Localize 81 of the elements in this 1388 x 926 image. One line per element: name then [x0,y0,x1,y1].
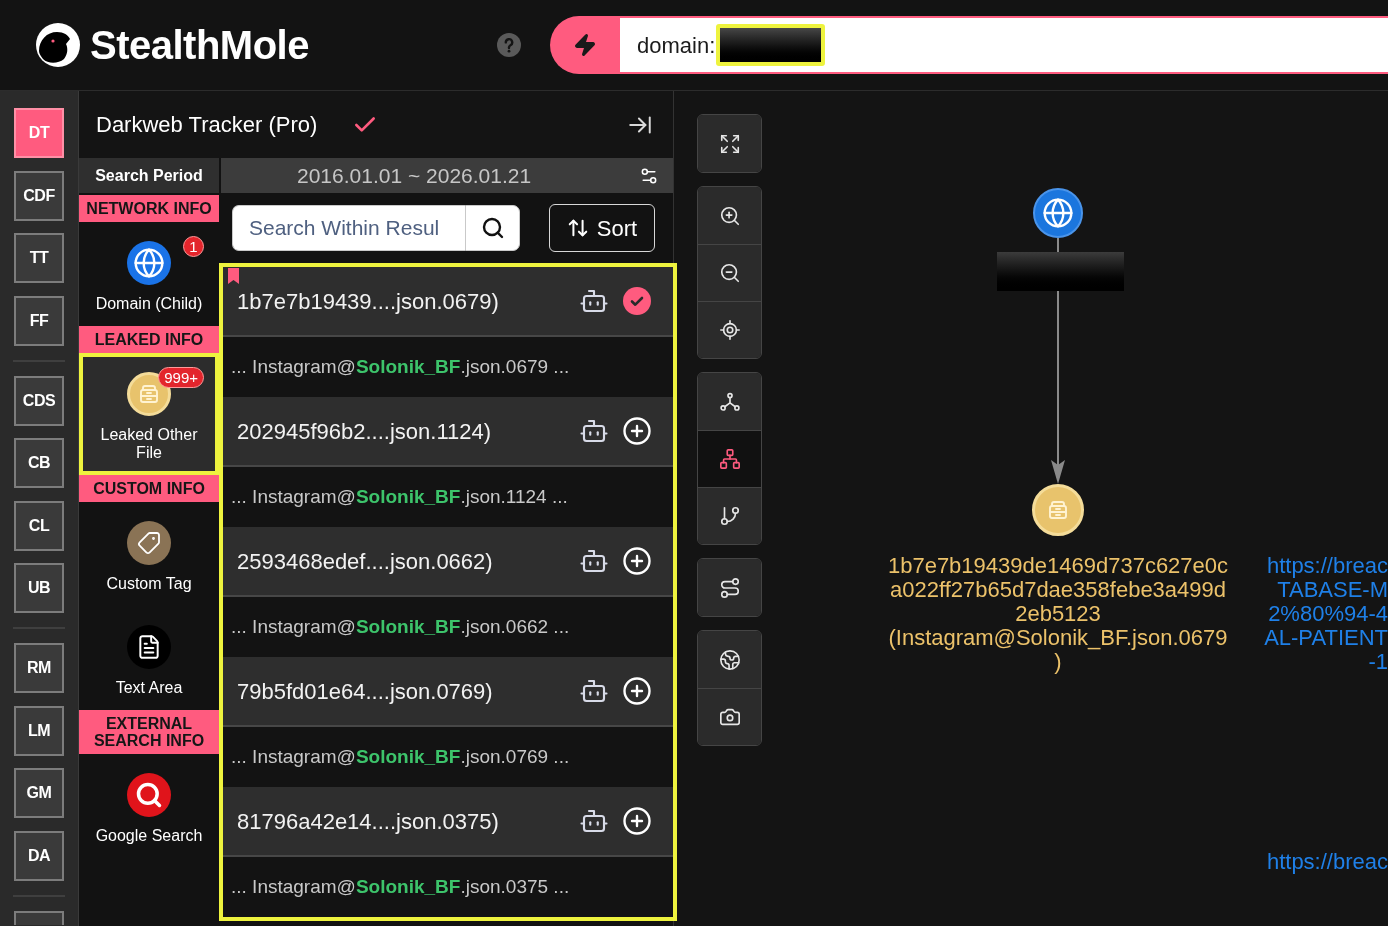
rail-button[interactable]: CB [14,438,64,488]
rail-button[interactable]: GM [14,768,64,818]
search-field[interactable]: domain: [620,16,1388,74]
section-heading: CUSTOM INFO [79,475,219,502]
search-icon [480,216,505,240]
toolbar-button[interactable] [698,559,761,616]
url-label: https://breac TABASE-M 2%80%94-4 AL-PATIENT -1 [1264,554,1388,674]
lightning-icon [573,33,597,57]
result-title: 79b5fd01e64....json.0769) [237,677,493,706]
search-button[interactable] [465,205,520,251]
globe-icon [718,648,741,671]
help-icon[interactable] [497,33,521,57]
rail-button[interactable]: TT [14,233,64,283]
count-badge: 1 [183,236,204,257]
globe-icon [127,241,171,285]
logo-text: StealthMole [90,25,309,65]
result-title: 202945f96b2....json.1124) [237,417,492,446]
route-icon [718,576,741,599]
nodes-icon [718,390,741,413]
date-range-text: 2016.01.01 ~ 2026.01.21 [297,162,532,189]
globe-icon [1033,188,1083,238]
plus-circle-icon[interactable] [622,546,652,576]
url-label: https://breac [1266,850,1388,874]
zoom-in-icon [718,204,741,227]
crosshair-icon [718,319,741,341]
result-row[interactable]: 1b7e7b19439....json.0679) [223,267,673,337]
result-snippet: ... Instagram@Solonik_BF.json.0679 ... [231,354,570,379]
branch-icon [718,505,741,527]
toolbar-button[interactable] [698,688,761,745]
sort-icon [566,217,589,239]
section-heading: LEAKED INFO [79,326,219,353]
rail-button[interactable]: CDS [14,375,64,426]
rail-button[interactable]: CDF [14,170,64,221]
count-badge: 999+ [158,367,204,388]
node-label: 1b7e7b19439de1469d737c627e0c a022ff27b65d7dae358febe3a499d 2eb5123 (Instagram@Solonik_BF.json.0679 ) [886,554,1230,674]
hierarchy-icon [718,448,741,470]
section-heading: NETWORK INFO [79,195,219,222]
toolbar-button[interactable] [698,244,761,301]
result-title: 2593468edef....json.0662) [237,547,493,576]
search-mode-button[interactable] [550,16,620,74]
toolbar-button[interactable] [698,373,761,430]
result-snippet: ... Instagram@Solonik_BF.json.0769 ... [231,744,570,769]
toolbar-button[interactable] [698,187,761,244]
result-row[interactable]: 2593468edef....json.0662) [223,527,673,597]
plus-circle-icon[interactable] [622,676,652,706]
file-box-icon [1032,484,1084,536]
toolbar-button[interactable] [698,631,761,688]
result-snippet: ... Instagram@Solonik_BF.json.0662 ... [231,614,570,639]
toolbar-button[interactable] [698,115,761,172]
category-item[interactable]: 999+ Leaked Other File [79,353,219,475]
rail-button[interactable] [14,910,64,925]
result-title: 81796a42e14....json.0375) [237,807,499,836]
plus-circle-icon[interactable] [622,416,652,446]
rail-button[interactable]: UB [14,563,64,613]
tag-icon [127,521,171,565]
expand-icon [718,132,741,155]
rail-button[interactable]: FF [14,295,64,346]
search-field[interactable]: Search Within Resul [232,205,465,251]
panel-title: Darkweb Tracker (Pro) [96,111,318,139]
result-snippet: ... Instagram@Solonik_BF.json.0375 ... [231,874,570,899]
section-heading: EXTERNAL SEARCH INFO [79,710,219,754]
rail-button[interactable]: DA [14,830,64,881]
mole-logo-icon [36,23,80,67]
document-icon [127,625,171,669]
rail-button[interactable]: LM [14,705,64,756]
search-period-label: Search Period [79,158,219,193]
sort-button[interactable]: Sort [549,204,655,252]
result-snippet: ... Instagram@Solonik_BF.json.1124 ... [231,484,568,509]
zoom-out-icon [718,262,741,284]
toolbar-button[interactable] [698,301,761,358]
result-row[interactable]: 79b5fd01e64....json.0769) [223,657,673,727]
result-row[interactable]: 202945f96b2....json.1124) [223,397,673,467]
toolbar-button[interactable] [698,487,761,544]
result-row[interactable]: 81796a42e14....json.0375) [223,787,673,857]
camera-icon [718,706,741,728]
result-title: 1b7e7b19439....json.0679) [237,287,499,316]
plus-circle-icon[interactable] [622,806,652,836]
check-circle-icon[interactable] [623,287,651,315]
rail-button[interactable]: RM [14,643,64,693]
rail-button[interactable]: CL [14,500,64,551]
search-icon [127,773,171,817]
